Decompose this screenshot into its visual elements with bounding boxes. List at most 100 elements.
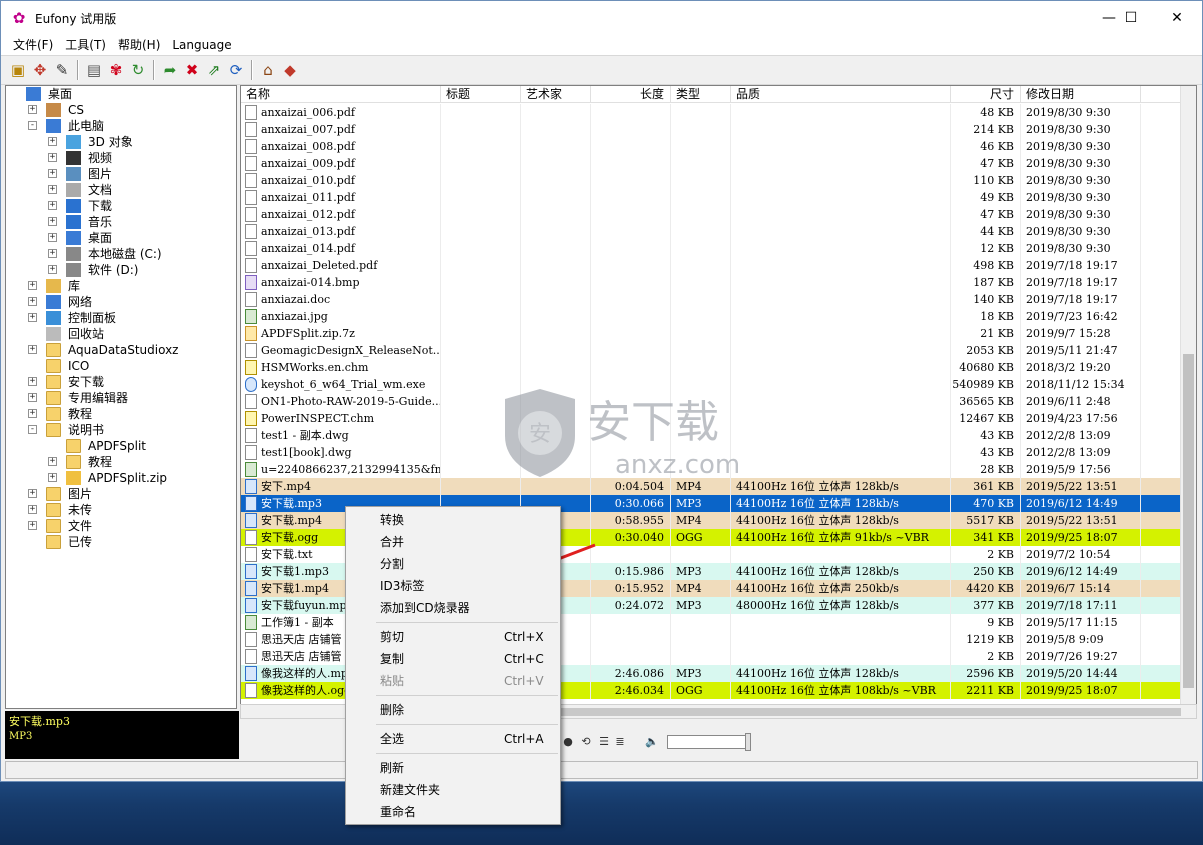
- column-header-name[interactable]: 名称: [241, 86, 441, 103]
- file-row[interactable]: ON1-Photo-RAW-2019-5-Guide... 36565 KB 201…: [241, 393, 1181, 410]
- tree-item-18[interactable]: + 安下载: [6, 374, 236, 390]
- file-row[interactable]: anxaizai_006.pdf 48 KB 2019/8/30 9:30: [241, 104, 1181, 121]
- list-icon[interactable]: ☰: [597, 735, 611, 749]
- file-row[interactable]: APDFSplit.zip.7z 21 KB 2019/9/7 15:28: [241, 325, 1181, 342]
- vertical-scroll-thumb[interactable]: [1183, 354, 1194, 688]
- context-menu-item[interactable]: 合并: [346, 531, 560, 553]
- expand-icon[interactable]: +: [48, 233, 57, 242]
- column-header-artist[interactable]: 艺术家: [521, 86, 591, 103]
- tree-item-15[interactable]: 回收站: [6, 326, 236, 342]
- file-row[interactable]: u=2240866237,2132994135&fm... 28 KB 2019/5…: [241, 461, 1181, 478]
- file-row[interactable]: PowerINSPECT.chm 12467 KB 2019/4/23 17:56: [241, 410, 1181, 427]
- tree-item-26[interactable]: + 未传: [6, 502, 236, 518]
- forward-icon[interactable]: ➦: [159, 59, 181, 81]
- menu-tools[interactable]: 工具(T): [59, 35, 112, 55]
- new-doc-icon[interactable]: ▤: [83, 59, 105, 81]
- tree-item-0[interactable]: 桌面: [6, 86, 236, 102]
- expand-icon[interactable]: +: [28, 377, 37, 386]
- horizontal-scroll-thumb[interactable]: [561, 708, 1181, 716]
- file-row[interactable]: anxaizai_011.pdf 49 KB 2019/8/30 9:30: [241, 189, 1181, 206]
- volume-slider[interactable]: [667, 733, 751, 751]
- context-menu-item[interactable]: 添加到CD烧录器: [346, 597, 560, 619]
- file-row[interactable]: keyshot_6_w64_Trial_wm.exe 540989 KB 2018/…: [241, 376, 1181, 393]
- file-row[interactable]: 安下.mp4 0:04.504 MP4 44100Hz 16位 立体声 128kb/s…: [241, 478, 1181, 495]
- tree-item-14[interactable]: + 控制面板: [6, 310, 236, 326]
- expand-icon[interactable]: +: [28, 505, 37, 514]
- tree-item-23[interactable]: + 教程: [6, 454, 236, 470]
- file-row[interactable]: anxaizai_013.pdf 44 KB 2019/8/30 9:30: [241, 223, 1181, 240]
- tree-item-5[interactable]: + 图片: [6, 166, 236, 182]
- tree-item-24[interactable]: + APDFSplit.zip: [6, 470, 236, 486]
- tree-item-27[interactable]: + 文件: [6, 518, 236, 534]
- expand-icon[interactable]: +: [48, 473, 57, 482]
- expand-icon[interactable]: +: [28, 281, 37, 290]
- loop-icon[interactable]: ⟲: [577, 735, 595, 749]
- expand-icon[interactable]: +: [28, 521, 37, 530]
- tree-item-10[interactable]: + 本地磁盘 (C:): [6, 246, 236, 262]
- file-row[interactable]: anxaizai_009.pdf 47 KB 2019/8/30 9:30: [241, 155, 1181, 172]
- column-header-type[interactable]: 类型: [671, 86, 731, 103]
- file-row[interactable]: HSMWorks.en.chm 40680 KB 2018/3/2 19:20: [241, 359, 1181, 376]
- expand-icon[interactable]: +: [28, 105, 37, 114]
- book-icon[interactable]: ◆: [279, 59, 301, 81]
- tree-item-1[interactable]: + CS: [6, 102, 236, 118]
- record-icon[interactable]: ●: [561, 735, 575, 749]
- expand-icon[interactable]: +: [48, 265, 57, 274]
- expand-icon[interactable]: +: [28, 313, 37, 322]
- expand-icon[interactable]: +: [28, 489, 37, 498]
- volume-slider-knob[interactable]: [745, 733, 751, 751]
- tree-item-25[interactable]: + 图片: [6, 486, 236, 502]
- expand-icon[interactable]: +: [48, 249, 57, 258]
- file-row[interactable]: anxaizai_014.pdf 12 KB 2019/8/30 9:30: [241, 240, 1181, 257]
- expand-icon[interactable]: +: [48, 201, 57, 210]
- context-menu-item[interactable]: 新建文件夹: [346, 779, 560, 801]
- expand-icon[interactable]: +: [48, 153, 57, 162]
- context-menu-item[interactable]: 剪切 Ctrl+X: [346, 626, 560, 648]
- tree-item-17[interactable]: ICO: [6, 358, 236, 374]
- menu-help[interactable]: 帮助(H): [112, 35, 166, 55]
- tree-item-16[interactable]: + AquaDataStudioxz: [6, 342, 236, 358]
- refresh-icon[interactable]: ↻: [127, 59, 149, 81]
- tree-item-28[interactable]: 已传: [6, 534, 236, 550]
- context-menu-item[interactable]: 复制 Ctrl+C: [346, 648, 560, 670]
- tree-item-13[interactable]: + 网络: [6, 294, 236, 310]
- edit-icon[interactable]: ✎: [51, 59, 73, 81]
- file-row[interactable]: anxiazai.jpg 18 KB 2019/7/23 16:42: [241, 308, 1181, 325]
- swap-icon[interactable]: ⇗: [203, 59, 225, 81]
- expand-icon[interactable]: +: [28, 409, 37, 418]
- context-menu-item[interactable]: 重命名: [346, 801, 560, 823]
- close-button[interactable]: ✕: [1154, 1, 1200, 35]
- collapse-icon[interactable]: -: [28, 425, 37, 434]
- expand-icon[interactable]: +: [48, 457, 57, 466]
- collapse-icon[interactable]: -: [28, 121, 37, 130]
- context-menu-item[interactable]: 转换: [346, 509, 560, 531]
- tree-item-6[interactable]: + 文档: [6, 182, 236, 198]
- tree-item-2[interactable]: - 此电脑: [6, 118, 236, 134]
- tree-item-20[interactable]: + 教程: [6, 406, 236, 422]
- context-menu-item[interactable]: 删除: [346, 699, 560, 721]
- column-header-date[interactable]: 修改日期: [1021, 86, 1141, 103]
- column-header-title[interactable]: 标题: [441, 86, 521, 103]
- tree-item-7[interactable]: + 下载: [6, 198, 236, 214]
- tree-item-8[interactable]: + 音乐: [6, 214, 236, 230]
- file-row[interactable]: anxaizai_010.pdf 110 KB 2019/8/30 9:30: [241, 172, 1181, 189]
- open-folder-icon[interactable]: ▣: [7, 59, 29, 81]
- cross-icon[interactable]: ✖: [181, 59, 203, 81]
- context-menu-item[interactable]: 分割: [346, 553, 560, 575]
- tree-item-12[interactable]: + 库: [6, 278, 236, 294]
- playlist-icon[interactable]: ≣: [613, 735, 627, 749]
- tree-item-22[interactable]: APDFSplit: [6, 438, 236, 454]
- tree-item-4[interactable]: + 视频: [6, 150, 236, 166]
- file-row[interactable]: anxaizai_007.pdf 214 KB 2019/8/30 9:30: [241, 121, 1181, 138]
- context-menu-item[interactable]: 刷新: [346, 757, 560, 779]
- file-row[interactable]: anxaizai-014.bmp 187 KB 2019/7/18 19:17: [241, 274, 1181, 291]
- menu-file[interactable]: 文件(F): [1, 35, 59, 55]
- file-row[interactable]: anxaizai_012.pdf 47 KB 2019/8/30 9:30: [241, 206, 1181, 223]
- expand-icon[interactable]: +: [28, 297, 37, 306]
- home-icon[interactable]: ⌂: [257, 59, 279, 81]
- context-menu-item[interactable]: 全选 Ctrl+A: [346, 728, 560, 750]
- expand-icon[interactable]: +: [48, 169, 57, 178]
- context-menu-item[interactable]: ID3标签: [346, 575, 560, 597]
- file-row[interactable]: GeomagicDesignX_ReleaseNot... 2053 KB 2019…: [241, 342, 1181, 359]
- tree-item-3[interactable]: +3D 对象: [6, 134, 236, 150]
